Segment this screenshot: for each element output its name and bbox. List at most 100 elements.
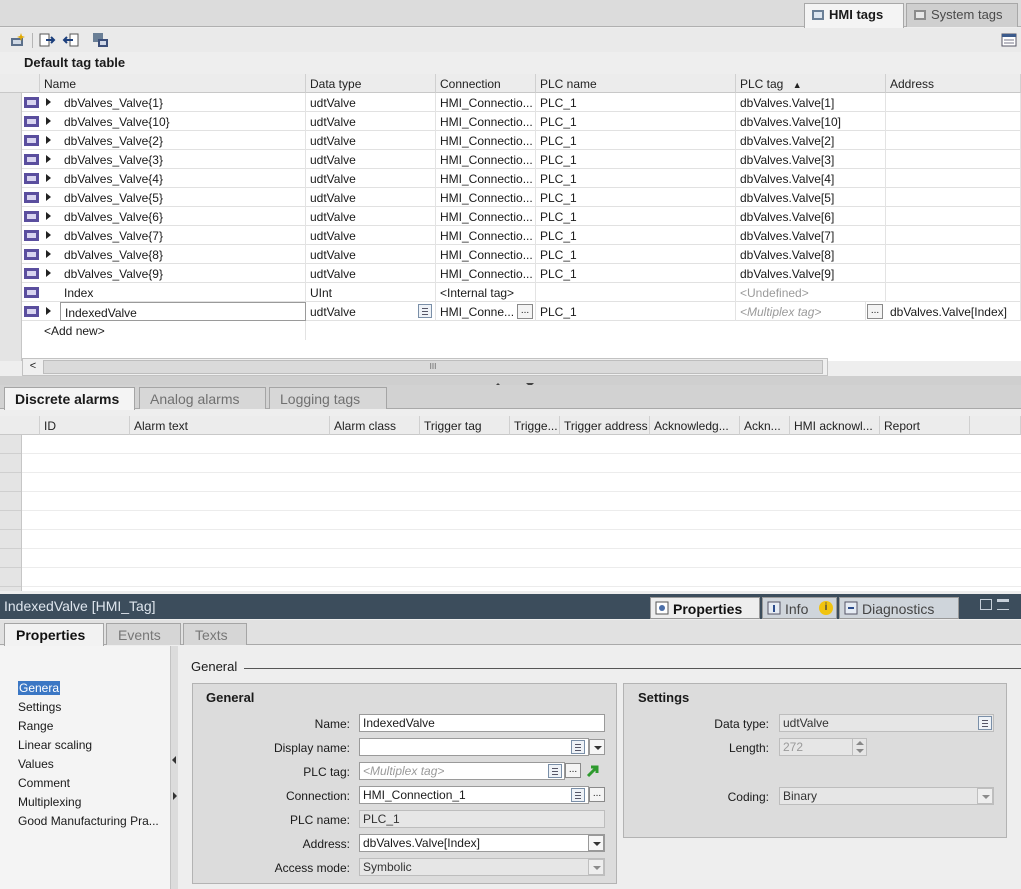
- tab-analog-alarms[interactable]: Analog alarms: [139, 387, 266, 409]
- cell-data-type[interactable]: udtValve: [306, 226, 436, 245]
- table-row[interactable]: dbValves_Valve{10} udtValve HMI_Connectio.…: [0, 112, 1021, 131]
- cell-plc-tag[interactable]: dbValves.Valve[10]: [736, 112, 886, 131]
- splitter-up-icon[interactable]: [487, 377, 509, 387]
- cell-address[interactable]: [886, 131, 1021, 150]
- tab-discrete-alarms[interactable]: Discrete alarms: [4, 387, 135, 410]
- nav-scrollbar[interactable]: [170, 646, 178, 889]
- cell-name[interactable]: Index: [60, 283, 306, 302]
- row-header[interactable]: [0, 150, 22, 169]
- cell-plc-tag[interactable]: dbValves.Valve[4]: [736, 169, 886, 188]
- cell-connection[interactable]: HMI_Connectio...: [436, 245, 536, 264]
- nav-item-multiplexing[interactable]: Multiplexing: [18, 795, 81, 809]
- cell-address[interactable]: [886, 226, 1021, 245]
- cell-data-type[interactable]: udtValve: [306, 245, 436, 264]
- table-settings-icon[interactable]: [1000, 31, 1018, 49]
- horizontal-scrollbar[interactable]: < III: [22, 358, 828, 376]
- cell-name[interactable]: dbValves_Valve{8}: [60, 245, 306, 264]
- cell-plc-tag[interactable]: <Undefined>: [736, 283, 886, 302]
- cell-plc-name[interactable]: PLC_1: [536, 188, 736, 207]
- cell-plc-name[interactable]: PLC_1: [536, 131, 736, 150]
- nav-item-settings[interactable]: Settings: [18, 700, 61, 714]
- column-name[interactable]: Name: [40, 74, 306, 93]
- column-trigger-tag[interactable]: Trigger tag: [420, 416, 510, 435]
- expand-arrow-icon[interactable]: [46, 231, 51, 239]
- browse-button[interactable]: ...: [867, 304, 883, 319]
- nav-item-linear-scaling[interactable]: Linear scaling: [18, 738, 92, 752]
- cell-name[interactable]: dbValves_Valve{3}: [60, 150, 306, 169]
- row-header[interactable]: [0, 302, 22, 321]
- nav-item-general[interactable]: Genera: [18, 681, 61, 695]
- cell-plc-name[interactable]: PLC_1: [536, 93, 736, 112]
- cell-connection[interactable]: HMI_Connectio...: [436, 93, 536, 112]
- list-icon[interactable]: [418, 304, 432, 318]
- tab-system-tags[interactable]: System tags: [906, 3, 1018, 27]
- nav-item-values[interactable]: Values: [18, 757, 54, 771]
- cell-name[interactable]: dbValves_Valve{2}: [60, 131, 306, 150]
- cell-data-type[interactable]: udtValve: [306, 169, 436, 188]
- cell-plc-name[interactable]: PLC_1: [536, 169, 736, 188]
- row-header[interactable]: [0, 207, 22, 226]
- name-field[interactable]: IndexedValve: [359, 714, 605, 732]
- scroll-left-button[interactable]: <: [25, 360, 41, 374]
- cell-address[interactable]: dbValves.Valve[Index]: [886, 302, 1021, 321]
- browse-button[interactable]: ...: [517, 304, 533, 319]
- expand-arrow-icon[interactable]: [46, 136, 51, 144]
- row-header[interactable]: [0, 226, 22, 245]
- expand-arrow-icon[interactable]: [46, 250, 51, 258]
- table-row[interactable]: dbValves_Valve{5} udtValve HMI_Connectio..…: [0, 188, 1021, 207]
- address-dropdown-icon[interactable]: [588, 835, 604, 851]
- column-alarm-text[interactable]: Alarm text: [130, 416, 330, 435]
- cell-connection[interactable]: HMI_Connectio...: [436, 188, 536, 207]
- plc-tag-list-icon[interactable]: [548, 764, 562, 778]
- table-row[interactable]: dbValves_Valve{7} udtValve HMI_Connectio..…: [0, 226, 1021, 245]
- plc-tag-field[interactable]: <Multiplex tag>: [359, 762, 565, 780]
- cell-data-type[interactable]: udtValve: [306, 302, 436, 321]
- collapse-left-icon[interactable]: [172, 756, 176, 764]
- cell-address[interactable]: [886, 188, 1021, 207]
- display-name-dropdown-icon[interactable]: [589, 739, 605, 755]
- cell-connection[interactable]: HMI_Connectio...: [436, 150, 536, 169]
- cell-plc-tag[interactable]: dbValves.Valve[1]: [736, 93, 886, 112]
- cell-data-type[interactable]: udtValve: [306, 150, 436, 169]
- cell-data-type[interactable]: UInt: [306, 283, 436, 302]
- nav-item-comment[interactable]: Comment: [18, 776, 70, 790]
- cell-plc-name[interactable]: PLC_1: [536, 207, 736, 226]
- import-icon[interactable]: [62, 31, 80, 49]
- cell-address[interactable]: [886, 283, 1021, 302]
- cell-name[interactable]: dbValves_Valve{6}: [60, 207, 306, 226]
- expand-arrow-icon[interactable]: [46, 98, 51, 106]
- add-tag-icon[interactable]: [9, 31, 27, 49]
- cell-plc-name[interactable]: PLC_1: [536, 245, 736, 264]
- cell-data-type[interactable]: udtValve: [306, 264, 436, 283]
- plc-tag-browse-button[interactable]: ...: [565, 763, 581, 778]
- address-field[interactable]: dbValves.Valve[Index]: [359, 834, 605, 852]
- column-ack-bit[interactable]: Ackn...: [740, 416, 790, 435]
- cell-connection[interactable]: HMI_Connectio...: [436, 169, 536, 188]
- cell-plc-name[interactable]: PLC_1: [536, 302, 736, 321]
- table-row[interactable]: dbValves_Valve{8} udtValve HMI_Connectio..…: [0, 245, 1021, 264]
- expand-arrow-icon[interactable]: [46, 155, 51, 163]
- subtab-texts[interactable]: Texts: [183, 623, 247, 645]
- column-data-type[interactable]: Data type: [306, 74, 436, 93]
- cell-address[interactable]: [886, 245, 1021, 264]
- table-row-add-new[interactable]: <Add new>: [0, 321, 1021, 340]
- subtab-properties[interactable]: Properties: [4, 623, 104, 646]
- expand-arrow-icon[interactable]: [46, 193, 51, 201]
- column-trigger-bit[interactable]: Trigge...: [510, 416, 560, 435]
- cell-name[interactable]: dbValves_Valve{5}: [60, 188, 306, 207]
- cell-address[interactable]: [886, 93, 1021, 112]
- cell-name[interactable]: IndexedValve: [60, 302, 306, 321]
- cell-connection[interactable]: HMI_Connectio...: [436, 226, 536, 245]
- cell-plc-tag[interactable]: dbValves.Valve[5]: [736, 188, 886, 207]
- column-acknowledgement[interactable]: Acknowledg...: [650, 416, 740, 435]
- splitter-down-icon[interactable]: [519, 377, 541, 387]
- jump-to-tag-icon[interactable]: [585, 763, 601, 779]
- row-header[interactable]: [0, 169, 22, 188]
- expand-arrow-icon[interactable]: [46, 212, 51, 220]
- table-row[interactable]: dbValves_Valve{9} udtValve HMI_Connectio..…: [0, 264, 1021, 283]
- cell-address[interactable]: [886, 169, 1021, 188]
- cell-plc-tag[interactable]: dbValves.Valve[9]: [736, 264, 886, 283]
- cell-name[interactable]: dbValves_Valve{10}: [60, 112, 306, 131]
- row-header[interactable]: [0, 245, 22, 264]
- cell-connection[interactable]: <Internal tag>: [436, 283, 536, 302]
